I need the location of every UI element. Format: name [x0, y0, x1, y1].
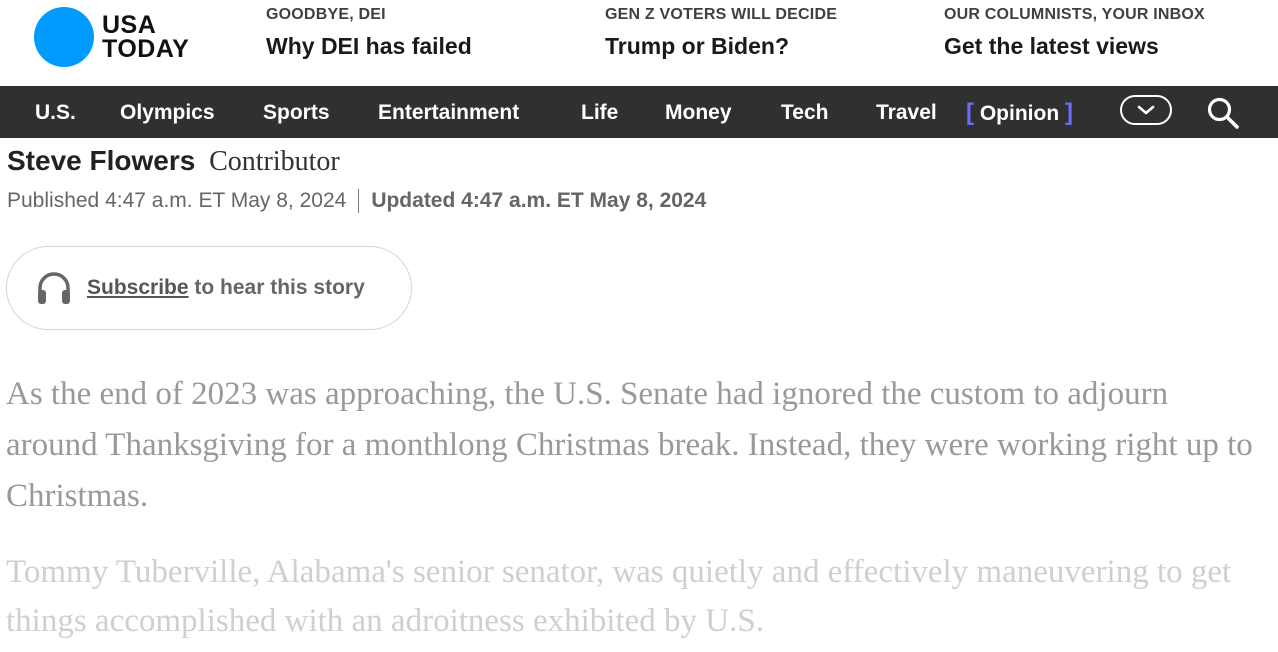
article-paragraph: As the end of 2023 was approaching, the … [6, 376, 1253, 514]
subscribe-link[interactable]: Subscribe [87, 276, 189, 299]
nav-us[interactable]: U.S. [35, 86, 76, 138]
logo-circle [34, 7, 94, 67]
usa-today-logo[interactable]: USA TODAY [34, 7, 189, 67]
nav-entertainment[interactable]: Entertainment [378, 86, 519, 138]
promo-headline: Why DEI has failed [266, 33, 472, 59]
publish-info: Published 4:47 a.m. ET May 8, 2024 Updat… [7, 189, 706, 213]
promo-kicker: GEN Z VOTERS WILL DECIDE [605, 6, 838, 23]
nav-olympics[interactable]: Olympics [120, 86, 215, 138]
main-nav: U.S. Olympics Sports Entertainment Life … [0, 86, 1278, 138]
subscribe-text: Subscribe to hear this story [87, 276, 365, 300]
promo-headline: Trump or Biden? [605, 33, 789, 59]
active-bracket-close: ] [1065, 99, 1074, 126]
author-line: Steve Flowers Contributor [7, 145, 340, 178]
logo-line-1: USA [102, 11, 157, 39]
promo-genz[interactable]: GEN Z VOTERS WILL DECIDE Trump or Biden? [605, 6, 925, 60]
author-name[interactable]: Steve Flowers [7, 145, 195, 176]
date-divider [358, 189, 360, 213]
promo-kicker: OUR COLUMNISTS, YOUR INBOX [944, 6, 1205, 23]
nav-tech[interactable]: Tech [781, 86, 828, 138]
promo-headline: Get the latest views [944, 33, 1159, 59]
active-bracket-open: [ [966, 99, 974, 126]
logo-text: USA TODAY [102, 11, 190, 63]
nav-opinion-label: Opinion [979, 102, 1060, 125]
subscribe-rest: to hear this story [194, 276, 365, 299]
nav-travel[interactable]: Travel [876, 86, 937, 138]
search-icon[interactable] [1206, 96, 1240, 130]
nav-opinion-active[interactable]: [ Opinion ] [966, 86, 1073, 138]
subscribe-audio-button[interactable]: Subscribe to hear this story [6, 246, 412, 330]
logo-line-2: TODAY [102, 35, 190, 63]
promo-kicker: GOODBYE, DEI [266, 6, 386, 23]
author-role: Contributor [209, 146, 340, 177]
more-sections-button[interactable] [1120, 95, 1172, 125]
top-header: USA TODAY GOODBYE, DEI Why DEI has faile… [0, 0, 1278, 86]
chevron-down-icon [1137, 105, 1155, 115]
published-date: Published 4:47 a.m. ET May 8, 2024 [7, 189, 347, 212]
nav-money[interactable]: Money [665, 86, 732, 138]
nav-life[interactable]: Life [581, 86, 618, 138]
article-paragraph: Tommy Tuberville, Alabama's senior senat… [6, 554, 1232, 639]
nav-sports[interactable]: Sports [263, 86, 330, 138]
headphones-icon [38, 272, 70, 304]
updated-date: Updated 4:47 a.m. ET May 8, 2024 [371, 189, 707, 212]
promo-dei[interactable]: GOODBYE, DEI Why DEI has failed [266, 6, 586, 60]
promo-columnists[interactable]: OUR COLUMNISTS, YOUR INBOX Get the lates… [944, 6, 1236, 60]
